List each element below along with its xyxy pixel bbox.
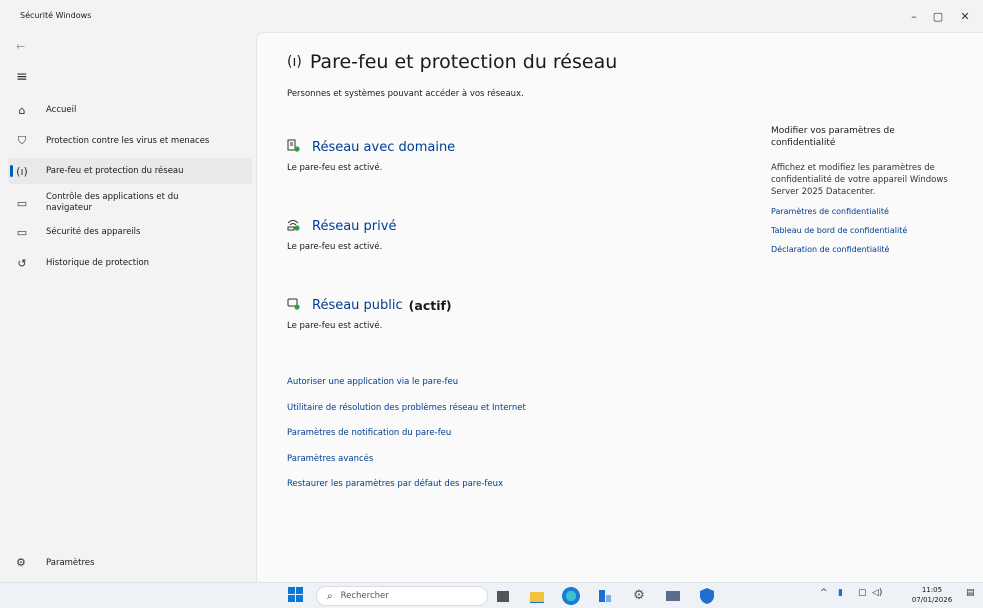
privacy-statement-link[interactable]: Déclaration de confidentialité (771, 245, 961, 254)
sidebar-item-app-browser-control[interactable]: ▭ Contrôle des applications et du naviga… (8, 190, 252, 216)
sidebar-item-label: Historique de protection (46, 257, 150, 268)
privacy-settings-link[interactable]: Paramètres de confidentialité (771, 207, 961, 216)
chevron-up-icon[interactable]: ^ (820, 588, 828, 598)
network-status: Le pare-feu est activé. (287, 242, 383, 252)
task-view-icon[interactable] (494, 587, 512, 605)
notification-icon[interactable]: ▤ (966, 588, 975, 598)
network-public: Réseau public (actif) Le pare-feu est ac… (287, 297, 452, 332)
title-bar: Sécurité Windows – ▢ ✕ (0, 0, 983, 32)
search-icon: ⌕ (327, 590, 333, 602)
back-arrow-icon[interactable]: ← (16, 40, 25, 53)
sidebar-item-label: Sécurité des appareils (46, 226, 141, 237)
volume-icon[interactable]: ◁) (872, 588, 882, 598)
network-tray-icon[interactable]: ▢ (858, 588, 867, 598)
taskbar-search[interactable]: ⌕ Rechercher (316, 586, 488, 606)
page-header: (ı) Pare-feu et protection du réseau (287, 51, 617, 73)
sidebar-item-firewall[interactable]: (ı) Pare-feu et protection du réseau (8, 158, 252, 184)
sidebar: ← ≡ ⌂ Accueil ⛉ Protection contre les vi… (0, 32, 256, 582)
windows-security-shield-icon[interactable] (698, 587, 716, 605)
edge-browser-icon[interactable] (562, 587, 580, 605)
hamburger-menu-icon[interactable]: ≡ (16, 69, 28, 85)
domain-network-icon (287, 139, 305, 155)
antenna-icon: (ı) (16, 164, 28, 178)
troubleshooter-link[interactable]: Utilitaire de résolution des problèmes r… (287, 403, 526, 429)
system-info-icon[interactable] (664, 587, 682, 605)
network-domain: Réseau avec domaine Le pare-feu est acti… (287, 139, 455, 173)
home-icon: ⌂ (18, 103, 26, 117)
network-domain-link[interactable]: Réseau avec domaine (312, 140, 455, 155)
file-explorer-icon[interactable] (528, 587, 546, 605)
clock-time: 11:05 (921, 586, 943, 594)
advanced-settings-link[interactable]: Paramètres avancés (287, 454, 526, 480)
firewall-links: Autoriser une application via le pare-fe… (287, 377, 526, 505)
maximize-button[interactable]: ▢ (923, 8, 953, 26)
main-content: (ı) Pare-feu et protection du réseau Per… (256, 32, 983, 582)
page-subtitle: Personnes et systèmes pouvant accéder à … (287, 89, 524, 99)
sidebar-item-home[interactable]: ⌂ Accueil (8, 102, 252, 118)
search-placeholder: Rechercher (340, 591, 389, 601)
network-private-link[interactable]: Réseau privé (312, 219, 396, 234)
server-manager-icon[interactable] (596, 587, 614, 605)
taskbar: ⌕ Rechercher ⚙ ^ ▮ ▢ ◁) 11:05 07/01/2026… (0, 582, 983, 608)
privacy-panel-description: Affichez et modifiez les paramètres de c… (771, 163, 948, 197)
public-network-icon (287, 297, 305, 313)
active-badge: (actif) (408, 297, 452, 313)
notification-settings-link[interactable]: Paramètres de notification du pare-feu (287, 428, 526, 454)
allow-app-link[interactable]: Autoriser une application via le pare-fe… (287, 377, 526, 403)
sidebar-item-label: Contrôle des applications et du navigate… (46, 192, 179, 213)
sidebar-item-virus-protection[interactable]: ⛉ Protection contre les virus et menaces (8, 133, 252, 149)
clock-date: 07/01/2026 (911, 596, 953, 604)
network-status: Le pare-feu est activé. (287, 163, 383, 173)
privacy-panel-title: Modifier vos paramètres de confidentiali… (771, 126, 895, 148)
private-network-icon (287, 218, 305, 234)
gear-icon: ⚙ (16, 556, 26, 569)
sidebar-item-settings[interactable]: ⚙ Paramètres (16, 556, 94, 569)
settings-gear-icon[interactable]: ⚙ (630, 587, 648, 605)
antenna-icon: (ı) (287, 54, 302, 70)
defender-tray-icon[interactable]: ▮ (838, 588, 843, 598)
network-public-link[interactable]: Réseau public (312, 298, 403, 313)
window-title: Sécurité Windows (20, 11, 92, 20)
sidebar-item-label: Protection contre les virus et menaces (46, 135, 210, 146)
restore-defaults-link[interactable]: Restaurer les paramètres par défaut des … (287, 479, 526, 505)
sidebar-item-device-security[interactable]: ▭ Sécurité des appareils (8, 224, 252, 240)
sidebar-item-protection-history[interactable]: ↺ Historique de protection (8, 255, 252, 271)
start-button[interactable] (288, 587, 304, 603)
privacy-dashboard-link[interactable]: Tableau de bord de confidentialité (771, 226, 961, 235)
sidebar-item-label: Accueil (46, 104, 77, 115)
network-status: Le pare-feu est activé. (287, 321, 383, 331)
windows-logo-icon (288, 587, 295, 594)
privacy-panel: Modifier vos paramètres de confidentiali… (771, 125, 961, 254)
network-private: Réseau privé Le pare-feu est activé. (287, 218, 396, 253)
history-icon: ↺ (17, 256, 27, 270)
app-window-icon: ▭ (16, 196, 28, 210)
page-title: Pare-feu et protection du réseau (309, 51, 618, 73)
settings-label: Paramètres (46, 557, 95, 568)
laptop-icon: ▭ (16, 225, 28, 239)
sidebar-item-label: Pare-feu et protection du réseau (46, 165, 184, 176)
close-button[interactable]: ✕ (950, 8, 980, 26)
shield-icon: ⛉ (17, 134, 27, 147)
taskbar-clock[interactable]: 11:05 07/01/2026 (904, 585, 960, 605)
